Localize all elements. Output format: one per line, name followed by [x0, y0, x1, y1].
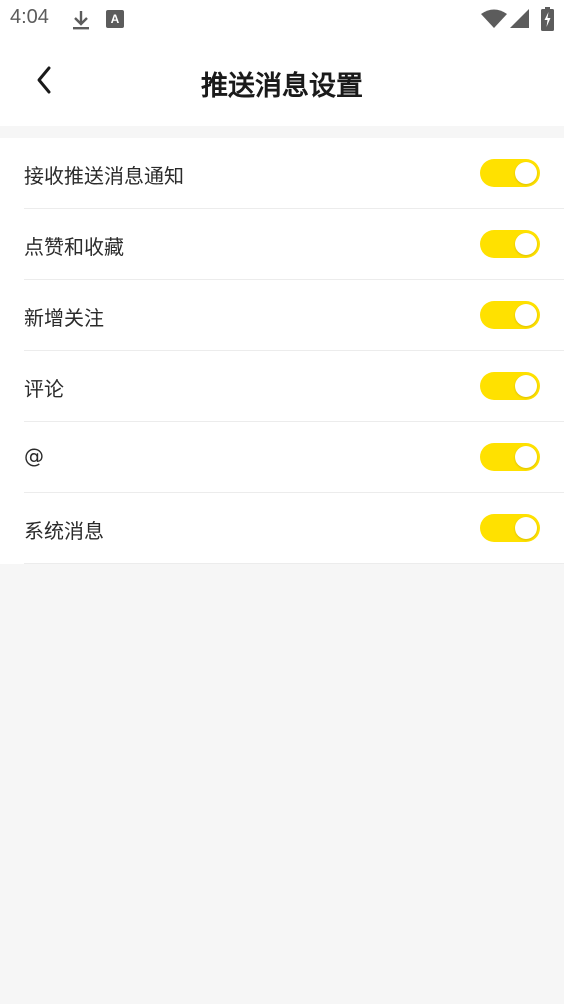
cellular-signal-icon [510, 9, 530, 33]
toggle-knob [515, 304, 537, 326]
toggle-likes-favorites[interactable] [480, 230, 540, 258]
wifi-icon [481, 9, 507, 33]
screen: 4:04 A 推送消息设置 接收推送消息通知 点赞和收藏 新增关注 评论 @ 系… [0, 0, 564, 1004]
toggle-knob [515, 233, 537, 255]
toggle-comments[interactable] [480, 372, 540, 400]
setting-row-system-messages: 系统消息 [24, 493, 564, 564]
toggle-knob [515, 375, 537, 397]
toggle-mentions[interactable] [480, 443, 540, 471]
toggle-knob [515, 517, 537, 539]
download-icon [70, 8, 92, 36]
setting-row-comments: 评论 [24, 351, 564, 422]
status-time: 4:04 [10, 6, 49, 28]
page-title: 推送消息设置 [201, 71, 363, 102]
setting-label: 点赞和收藏 [24, 235, 124, 259]
setting-label: 新增关注 [24, 306, 104, 330]
svg-text:A: A [111, 12, 120, 26]
setting-row-receive-push: 接收推送消息通知 [24, 138, 564, 209]
setting-label: 评论 [24, 377, 64, 401]
keyboard-a-icon: A [106, 10, 124, 32]
setting-row-mentions: @ [24, 422, 564, 493]
setting-row-new-followers: 新增关注 [24, 280, 564, 351]
toggle-system-messages[interactable] [480, 514, 540, 542]
header: 推送消息设置 [0, 40, 564, 126]
settings-list: 接收推送消息通知 点赞和收藏 新增关注 评论 @ 系统消息 [0, 138, 564, 564]
status-bar: 4:04 A [0, 0, 564, 40]
battery-charging-icon [541, 7, 554, 35]
toggle-receive-push[interactable] [480, 159, 540, 187]
setting-label: @ [24, 444, 44, 468]
setting-row-likes-favorites: 点赞和收藏 [24, 209, 564, 280]
toggle-knob [515, 446, 537, 468]
setting-label: 接收推送消息通知 [24, 164, 184, 188]
setting-label: 系统消息 [24, 519, 104, 543]
toggle-new-followers[interactable] [480, 301, 540, 329]
toggle-knob [515, 162, 537, 184]
